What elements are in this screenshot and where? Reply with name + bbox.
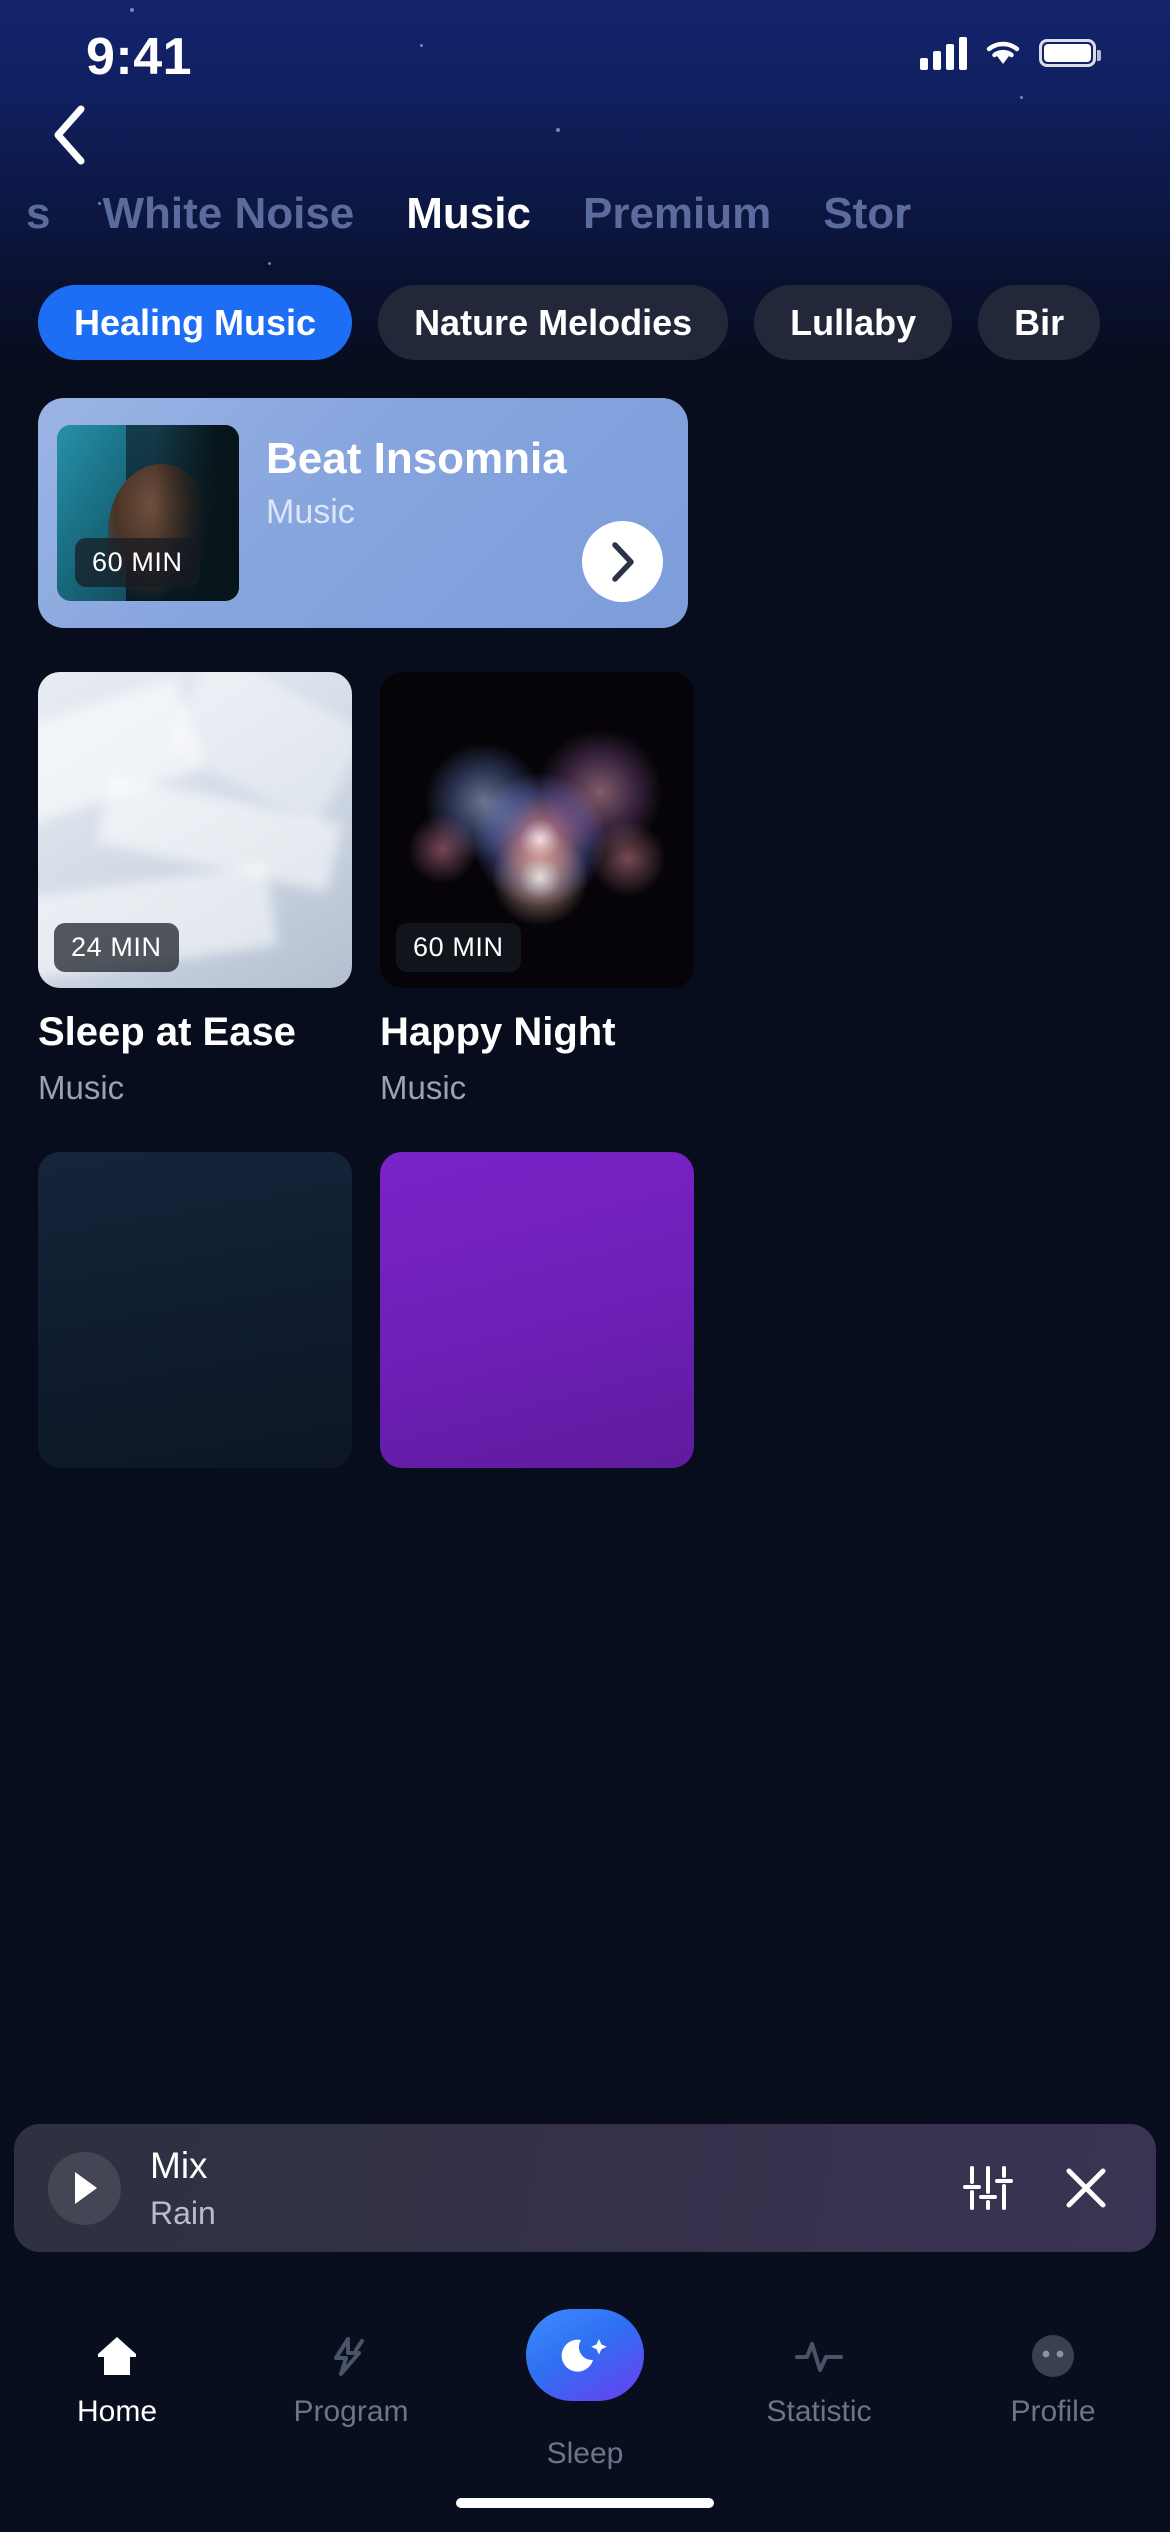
chip-birdsong[interactable]: Bir (978, 285, 1101, 360)
home-icon (98, 2337, 136, 2375)
duration-badge: 24 MIN (54, 923, 179, 972)
tab-white-noise[interactable]: White Noise (76, 189, 380, 239)
equalizer-sliders-icon[interactable] (962, 2162, 1014, 2214)
nav-label: Profile (1010, 2395, 1096, 2428)
mini-player-subtitle: Rain (150, 2194, 216, 2231)
grid-card-title: Sleep at Ease (38, 1010, 296, 1054)
category-tab-bar[interactable]: s White Noise Music Premium Stor (0, 178, 1170, 250)
grid-card-title: Happy Night (380, 1010, 616, 1054)
grid-thumbnail: 24 MIN (38, 672, 352, 988)
grid-card-row2-left[interactable] (38, 1152, 352, 1468)
wifi-icon (986, 41, 1020, 64)
pulse-icon (795, 2342, 843, 2372)
featured-title: Beat Insomnia (266, 434, 567, 483)
content-grid-row-2 (38, 1152, 1132, 1468)
bottom-navigation: Home Program Sleep Statistic Profile (0, 2287, 1170, 2532)
chip-lullaby[interactable]: Lullaby (754, 285, 953, 360)
program-icon (334, 2337, 364, 2376)
chevron-right-icon (611, 541, 634, 582)
chip-nature-melodies[interactable]: Nature Melodies (378, 285, 729, 360)
duration-badge: 60 MIN (396, 923, 521, 972)
nav-label: Statistic (766, 2395, 872, 2428)
chip-label: Healing Music (74, 301, 317, 343)
chevron-left-icon (54, 105, 85, 165)
tab-label: s (26, 189, 51, 238)
bottom-nav-items: Home Program Sleep Statistic Profile (0, 2309, 1170, 2471)
tab-music[interactable]: Music (380, 189, 557, 239)
featured-play-button[interactable] (582, 521, 663, 602)
grid-card-sleep-at-ease[interactable]: 24 MIN Sleep at Ease Music (38, 672, 352, 1107)
featured-card-beat-insomnia[interactable]: 60 MIN Beat Insomnia Music (38, 398, 688, 628)
status-time: 9:41 (86, 28, 193, 86)
nav-item-program[interactable]: Program (234, 2331, 468, 2471)
grid-card-subtitle: Music (38, 1069, 125, 1106)
tab-premium[interactable]: Premium (557, 189, 797, 239)
subcategory-chip-row[interactable]: Healing Music Nature Melodies Lullaby Bi… (0, 285, 1170, 360)
nav-label: Home (76, 2395, 158, 2428)
back-button[interactable] (30, 96, 108, 174)
chip-label: Lullaby (790, 301, 917, 343)
battery-icon (1039, 39, 1101, 67)
content-grid: 24 MIN Sleep at Ease Music 60 MIN Happy … (38, 672, 1132, 1107)
tab-label: White Noise (102, 189, 355, 238)
play-button[interactable] (48, 2151, 121, 2225)
grid-card-subtitle: Music (380, 1069, 467, 1106)
grid-thumbnail (38, 1152, 352, 1468)
nav-label: Program (293, 2395, 409, 2428)
tab-label: Stor (823, 189, 912, 238)
chip-healing-music[interactable]: Healing Music (38, 285, 353, 360)
nav-label: Sleep (546, 2437, 624, 2470)
mini-player-actions (962, 2162, 1112, 2214)
status-bar: 9:41 (0, 0, 1170, 120)
nav-item-home[interactable]: Home (0, 2331, 234, 2471)
profile-avatar-icon (1032, 2335, 1074, 2377)
nav-item-sleep[interactable]: Sleep (468, 2309, 702, 2471)
grid-thumbnail: 60 MIN (380, 672, 694, 988)
grid-thumbnail (380, 1152, 694, 1468)
status-icons (920, 36, 1101, 70)
moon-star-icon (561, 2339, 607, 2372)
tab-0[interactable]: s (0, 189, 76, 239)
play-icon (74, 2172, 97, 2204)
cellular-signal-icon (920, 36, 967, 70)
tab-story[interactable]: Stor (797, 189, 937, 239)
chip-label: Nature Melodies (414, 301, 693, 343)
duration-badge: 60 MIN (75, 538, 200, 587)
featured-subtitle: Music (266, 493, 355, 531)
sleep-fab[interactable] (526, 2309, 644, 2401)
nav-item-statistic[interactable]: Statistic (702, 2331, 936, 2471)
grid-card-row2-right[interactable] (380, 1152, 694, 1468)
grid-card-happy-night[interactable]: 60 MIN Happy Night Music (380, 672, 694, 1107)
mini-player-info: Mix Rain (150, 2145, 962, 2232)
nav-item-profile[interactable]: Profile (936, 2331, 1170, 2471)
home-indicator (456, 2498, 714, 2508)
close-x-icon[interactable] (1060, 2162, 1112, 2214)
featured-thumbnail: 60 MIN (57, 425, 239, 601)
tab-label: Premium (582, 189, 772, 238)
mini-player[interactable]: Mix Rain (14, 2124, 1156, 2252)
tab-label: Music (406, 189, 531, 238)
mini-player-title: Mix (150, 2144, 208, 2186)
chip-label: Bir (1014, 301, 1065, 343)
